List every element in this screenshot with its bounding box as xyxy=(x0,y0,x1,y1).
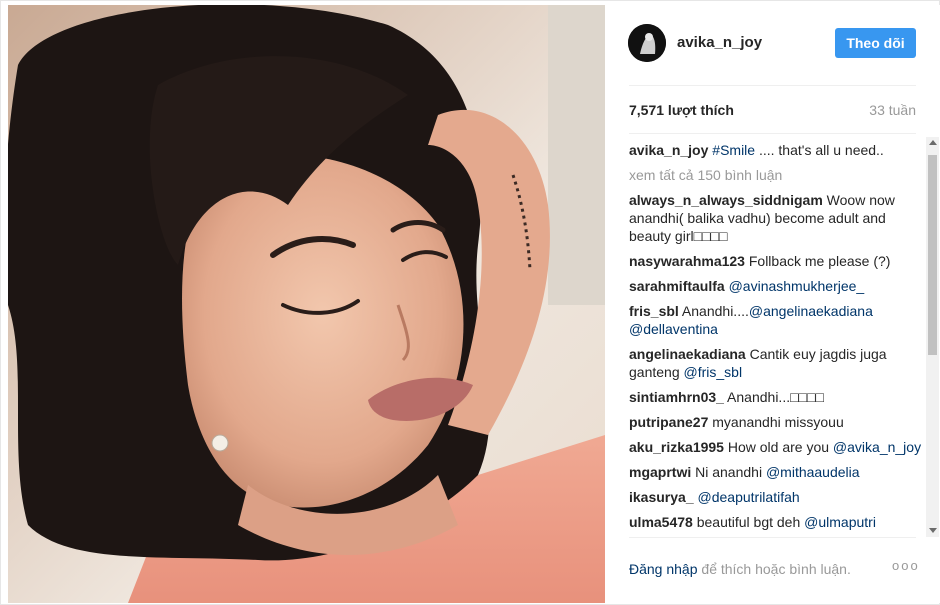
likes-count[interactable]: 7,571 lượt thích xyxy=(629,102,734,118)
comment-mention[interactable]: @ulmaputri xyxy=(804,514,876,530)
view-all-comments-link[interactable]: xem tất cả 150 bình luận xyxy=(629,166,925,184)
follow-button[interactable]: Theo dõi xyxy=(835,28,916,58)
login-prompt: Đăng nhập để thích hoặc bình luận. xyxy=(629,561,851,577)
comment-item: aku_rizka1995 How old are you @avika_n_j… xyxy=(629,438,925,456)
selfie-image xyxy=(8,5,605,603)
comment-text: Anandhi...□□□□ xyxy=(723,389,824,405)
caption-text: .... that's all u need.. xyxy=(755,142,884,158)
comment-text: myanandhi missyouu xyxy=(708,414,844,430)
caption-username[interactable]: avika_n_joy xyxy=(629,142,708,158)
comment-username[interactable]: mgaprtwi xyxy=(629,464,691,480)
comment-item: ikasurya_ @deaputrilatifah xyxy=(629,488,925,506)
comment-text: Follback me please (?) xyxy=(744,253,891,269)
more-options-icon[interactable]: ooo xyxy=(892,558,920,573)
comment-username[interactable]: ulma5478 xyxy=(629,514,693,530)
post-photo[interactable] xyxy=(8,5,605,603)
comments-list: avika_n_joy #Smile .... that's all u nee… xyxy=(629,141,925,534)
scroll-up-arrow-icon[interactable] xyxy=(929,140,937,145)
comment-mention[interactable]: @deaputrilatifah xyxy=(698,489,800,505)
comment-username[interactable]: putripane27 xyxy=(629,414,708,430)
comment-text: Ni anandhi xyxy=(691,464,766,480)
comment-item: sintiamhrn03_ Anandhi...□□□□ xyxy=(629,388,925,406)
login-link[interactable]: Đăng nhập xyxy=(629,561,698,577)
comment-item: nasywarahma123 Follback me please (?) xyxy=(629,252,925,270)
comment-mention[interactable]: @mithaaudelia xyxy=(766,464,860,480)
comment-container: always_n_always_siddnigam Woow now anand… xyxy=(629,191,925,531)
login-prompt-text: để thích hoặc bình luận. xyxy=(697,561,851,577)
comment-item: sarahmiftaulfa @avinashmukherjee_ xyxy=(629,277,925,295)
divider xyxy=(629,537,916,538)
comment-username[interactable]: nasywarahma123 xyxy=(629,253,745,269)
post-side-panel: avika_n_joy Theo dõi 7,571 lượt thích 33… xyxy=(605,5,940,603)
post-header: avika_n_joy Theo dõi xyxy=(605,5,940,85)
comment-item: angelinaekadiana Cantik euy jagdis juga … xyxy=(629,345,925,381)
comment-item: fris_sbl Anandhi....@angelinaekadiana @d… xyxy=(629,302,925,338)
comment-item: always_n_always_siddnigam Woow now anand… xyxy=(629,191,925,245)
comment-username[interactable]: fris_sbl xyxy=(629,303,679,319)
comment-text: Anandhi.... xyxy=(678,303,749,319)
comment-mention[interactable]: @dellaventina xyxy=(629,321,718,337)
scrollbar-thumb[interactable] xyxy=(928,155,937,355)
comments-scrollbar[interactable] xyxy=(926,137,939,537)
divider xyxy=(629,85,916,86)
post-author-username[interactable]: avika_n_joy xyxy=(677,34,762,51)
comment-username[interactable]: sarahmiftaulfa xyxy=(629,278,725,294)
comment-username[interactable]: always_n_always_siddnigam xyxy=(629,192,823,208)
post-time[interactable]: 33 tuần xyxy=(869,102,916,118)
comment-username[interactable]: sintiamhrn03_ xyxy=(629,389,724,405)
comment-item: mgaprtwi Ni anandhi @mithaaudelia xyxy=(629,463,925,481)
caption-hashtag[interactable]: #Smile xyxy=(712,142,755,158)
comment-mention[interactable]: @angelinaekadiana xyxy=(749,303,873,319)
divider xyxy=(629,133,916,134)
comment-item: putripane27 myanandhi missyouu xyxy=(629,413,925,431)
avatar-image xyxy=(628,24,666,62)
comment-mention[interactable]: @avika_n_joy xyxy=(833,439,921,455)
scroll-down-arrow-icon[interactable] xyxy=(929,528,937,533)
comment-username[interactable]: angelinaekadiana xyxy=(629,346,746,362)
comment-username[interactable]: ikasurya_ xyxy=(629,489,694,505)
avatar[interactable] xyxy=(628,24,666,62)
caption: avika_n_joy #Smile .... that's all u nee… xyxy=(629,141,925,159)
comment-item: ulma5478 beautiful bgt deh @ulmaputri xyxy=(629,513,925,531)
comment-username[interactable]: aku_rizka1995 xyxy=(629,439,724,455)
comment-text: How old are you xyxy=(723,439,833,455)
comment-mention[interactable]: @avinashmukherjee_ xyxy=(729,278,865,294)
comment-mention[interactable]: @fris_sbl xyxy=(684,364,743,380)
comment-text: beautiful bgt deh xyxy=(692,514,805,530)
